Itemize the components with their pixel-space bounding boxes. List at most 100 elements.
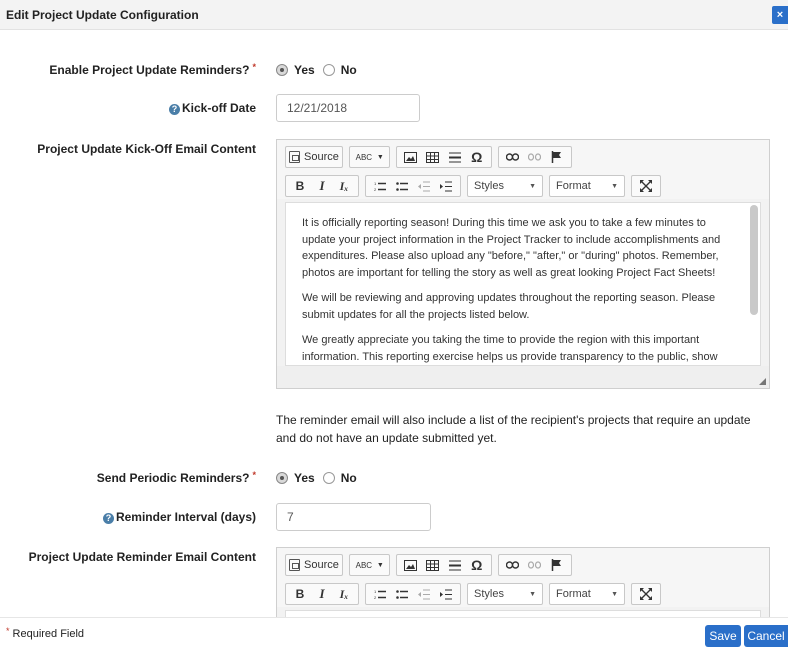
bullet-list-icon[interactable]: [393, 177, 411, 195]
maximize-button[interactable]: [631, 175, 661, 197]
insert-group: Ω: [395, 554, 492, 576]
link-icon[interactable]: [504, 148, 522, 166]
chevron-down-icon: ▼: [611, 182, 618, 190]
spellcheck-icon: ABC: [355, 560, 373, 570]
kickoff-date-input[interactable]: 12/21/2018: [276, 94, 420, 122]
indent-icon[interactable]: [437, 177, 455, 195]
insert-group: Ω: [395, 146, 492, 168]
reminder-email-content-area[interactable]: [285, 610, 761, 617]
help-icon[interactable]: ?: [168, 104, 180, 115]
bold-button[interactable]: B: [291, 177, 309, 195]
reminder-interval-input[interactable]: 7: [276, 503, 431, 531]
spellcheck-button[interactable]: ABC ▼: [348, 554, 390, 576]
enable-reminders-radio-group: Yes No: [276, 63, 365, 77]
svg-text:2: 2: [374, 187, 377, 192]
unlink-icon[interactable]: [526, 556, 544, 574]
maximize-icon: [637, 585, 655, 603]
enable-reminders-no-label[interactable]: No: [341, 63, 357, 77]
send-periodic-label: Send Periodic Reminders? *: [96, 470, 256, 485]
svg-text:1: 1: [374, 589, 377, 594]
save-button[interactable]: Save: [705, 625, 741, 647]
horizontal-rule-icon[interactable]: [446, 148, 464, 166]
chevron-down-icon: ▼: [376, 561, 384, 569]
anchor-flag-icon[interactable]: [548, 556, 566, 574]
link-group: [497, 554, 572, 576]
enable-reminders-yes-label[interactable]: Yes: [294, 63, 315, 77]
numbered-list-icon[interactable]: 12: [371, 177, 389, 195]
special-char-icon[interactable]: Ω: [468, 148, 486, 166]
chevron-down-icon: ▼: [529, 590, 536, 598]
svg-text:1: 1: [374, 181, 377, 186]
editor-scrollbar[interactable]: [750, 205, 758, 315]
outdent-icon[interactable]: [415, 177, 433, 195]
clear-format-button[interactable]: Iₓ: [335, 585, 353, 603]
source-icon: [289, 151, 300, 163]
reminder-interval-label: ? Reminder Interval (days): [102, 510, 256, 524]
resize-grip-icon[interactable]: [759, 378, 766, 385]
anchor-flag-icon[interactable]: [548, 148, 566, 166]
reminder-note: The reminder email will also include a l…: [276, 413, 751, 445]
chevron-down-icon: ▼: [529, 182, 536, 190]
source-icon: [289, 559, 300, 571]
numbered-list-icon[interactable]: 12: [371, 585, 389, 603]
dialog-title: Edit Project Update Configuration: [6, 8, 199, 22]
table-icon[interactable]: [424, 556, 442, 574]
help-icon[interactable]: ?: [102, 513, 114, 524]
kickoff-email-content-area[interactable]: It is officially reporting season! Durin…: [285, 202, 761, 366]
editor-toolbar: Source ABC ▼ Ω B I Iₓ 1 2 Styles ▼ Forma…: [277, 548, 769, 607]
link-group: [497, 146, 572, 168]
source-button[interactable]: Source: [285, 146, 343, 168]
basic-style-group: B I Iₓ: [285, 583, 359, 605]
dialog-titlebar: Edit Project Update Configuration ×: [0, 0, 788, 30]
send-periodic-no-radio[interactable]: [322, 472, 335, 484]
spellcheck-button[interactable]: ABC ▼: [348, 146, 390, 168]
dialog-body: Enable Project Update Reminders? * Yes No…: [0, 31, 788, 617]
table-icon[interactable]: [424, 148, 442, 166]
link-icon[interactable]: [504, 556, 522, 574]
enable-reminders-yes-radio[interactable]: [276, 64, 288, 76]
maximize-button[interactable]: [631, 583, 661, 605]
email-paragraph: We will be reviewing and approving updat…: [302, 292, 716, 321]
kickoff-email-editor: Source ABC ▼ Ω B I Iₓ 1 2 Styles ▼ Forma…: [276, 139, 770, 389]
enable-reminders-no-radio[interactable]: [322, 64, 335, 76]
format-dropdown[interactable]: Format ▼: [549, 175, 625, 197]
italic-button[interactable]: I: [313, 585, 331, 603]
list-group: 12: [365, 583, 461, 605]
cancel-button[interactable]: Cancel: [744, 625, 788, 647]
image-icon[interactable]: [402, 556, 420, 574]
send-periodic-yes-radio[interactable]: [276, 472, 288, 484]
clear-format-button[interactable]: Iₓ: [335, 177, 353, 195]
unlink-icon[interactable]: [526, 148, 544, 166]
editor-resize-bar: [277, 366, 769, 388]
close-button[interactable]: ×: [772, 6, 788, 24]
chevron-down-icon: ▼: [611, 590, 618, 598]
styles-dropdown[interactable]: Styles ▼: [467, 175, 543, 197]
indent-icon[interactable]: [437, 585, 455, 603]
list-group: 12: [365, 175, 461, 197]
maximize-icon: [637, 177, 655, 195]
dialog-footer: * Required Field Save Cancel: [0, 617, 788, 652]
required-field-note: * Required Field: [6, 626, 85, 640]
reminder-email-label: Project Update Reminder Email Content: [28, 550, 256, 564]
spellcheck-icon: ABC: [355, 152, 373, 162]
outdent-icon[interactable]: [415, 585, 433, 603]
email-paragraph: We greatly appreciate you taking the tim…: [302, 334, 718, 363]
svg-text:2: 2: [374, 595, 377, 600]
italic-button[interactable]: I: [313, 177, 331, 195]
bullet-list-icon[interactable]: [393, 585, 411, 603]
kickoff-email-label: Project Update Kick-Off Email Content: [37, 142, 256, 156]
send-periodic-yes-label[interactable]: Yes: [294, 471, 315, 485]
enable-reminders-label: Enable Project Update Reminders? *: [49, 62, 256, 77]
bold-button[interactable]: B: [291, 585, 309, 603]
source-button[interactable]: Source: [285, 554, 343, 576]
image-icon[interactable]: [402, 148, 420, 166]
styles-dropdown[interactable]: Styles ▼: [467, 583, 543, 605]
kickoff-date-label: ? Kick-off Date: [168, 101, 256, 115]
special-char-icon[interactable]: Ω: [468, 556, 486, 574]
send-periodic-no-label[interactable]: No: [341, 471, 357, 485]
basic-style-group: B I Iₓ: [285, 175, 359, 197]
format-dropdown[interactable]: Format ▼: [549, 583, 625, 605]
horizontal-rule-icon[interactable]: [446, 556, 464, 574]
send-periodic-radio-group: Yes No: [276, 471, 365, 485]
chevron-down-icon: ▼: [376, 153, 384, 161]
